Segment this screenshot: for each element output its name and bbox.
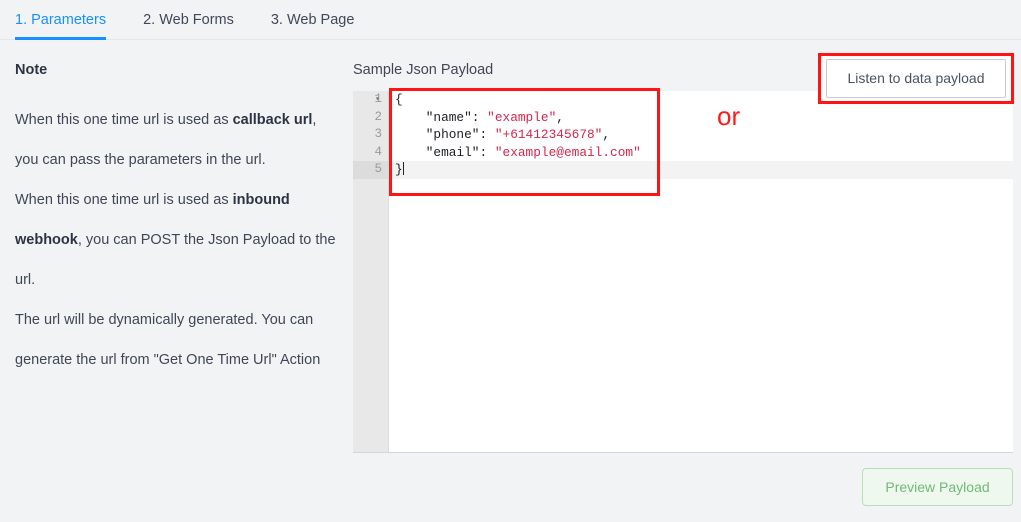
- code-line[interactable]: }: [390, 161, 1013, 179]
- tab-bar: 1. Parameters 2. Web Forms 3. Web Page: [0, 0, 1021, 40]
- fold-toggle-icon[interactable]: ▾: [375, 91, 380, 109]
- code-token-string: "+61412345678": [495, 127, 603, 142]
- code-line[interactable]: "name": "example",: [390, 109, 1013, 127]
- code-token: ,: [602, 127, 610, 142]
- code-line[interactable]: "phone": "+61412345678",: [390, 126, 1013, 144]
- tab-web-forms[interactable]: 2. Web Forms: [143, 0, 234, 40]
- code-token: {: [395, 92, 403, 107]
- gutter-line-number: 5: [353, 161, 388, 179]
- note-text-strong: callback url: [233, 112, 313, 128]
- code-token: "name":: [395, 110, 487, 125]
- note-heading: Note: [15, 62, 340, 78]
- code-token: "phone":: [395, 127, 495, 142]
- note-text-pre: When this one time url is used as: [15, 112, 233, 128]
- note-panel: Note When this one time url is used as c…: [15, 62, 340, 380]
- gutter-line-number: 2: [353, 109, 388, 127]
- tab-list: 1. Parameters 2. Web Forms 3. Web Page: [15, 0, 354, 40]
- gutter-line-number: 3: [353, 126, 388, 144]
- code-token: "email":: [395, 145, 495, 160]
- payload-panel: Sample Json Payload 1▾2345 { "name": "ex…: [353, 62, 1013, 453]
- preview-payload-button[interactable]: Preview Payload: [862, 468, 1013, 506]
- note-paragraph: When this one time url is used as callba…: [15, 100, 340, 180]
- gutter-line-number: 1▾: [353, 91, 388, 109]
- editor-code-area[interactable]: { "name": "example", "phone": "+61412345…: [390, 91, 1013, 452]
- note-text-pre: When this one time url is used as: [15, 192, 233, 208]
- or-label: or: [717, 101, 740, 132]
- json-editor[interactable]: 1▾2345 { "name": "example", "phone": "+6…: [353, 91, 1013, 453]
- note-text-pre: The url will be dynamically generated. Y…: [15, 312, 320, 368]
- note-paragraph: The url will be dynamically generated. Y…: [15, 300, 340, 380]
- code-token-string: "example@email.com": [495, 145, 641, 160]
- tab-web-page[interactable]: 3. Web Page: [271, 0, 355, 40]
- text-caret: [403, 162, 404, 175]
- code-token: ,: [556, 110, 564, 125]
- code-token-string: "example": [487, 110, 556, 125]
- note-paragraph: When this one time url is used as inboun…: [15, 180, 340, 300]
- gutter-line-number: 4: [353, 144, 388, 162]
- code-token: }: [395, 162, 403, 177]
- editor-gutter: 1▾2345: [353, 91, 389, 452]
- code-line[interactable]: "email": "example@email.com": [390, 144, 1013, 162]
- listen-to-data-payload-button[interactable]: Listen to data payload: [826, 59, 1006, 98]
- tab-parameters[interactable]: 1. Parameters: [15, 0, 106, 40]
